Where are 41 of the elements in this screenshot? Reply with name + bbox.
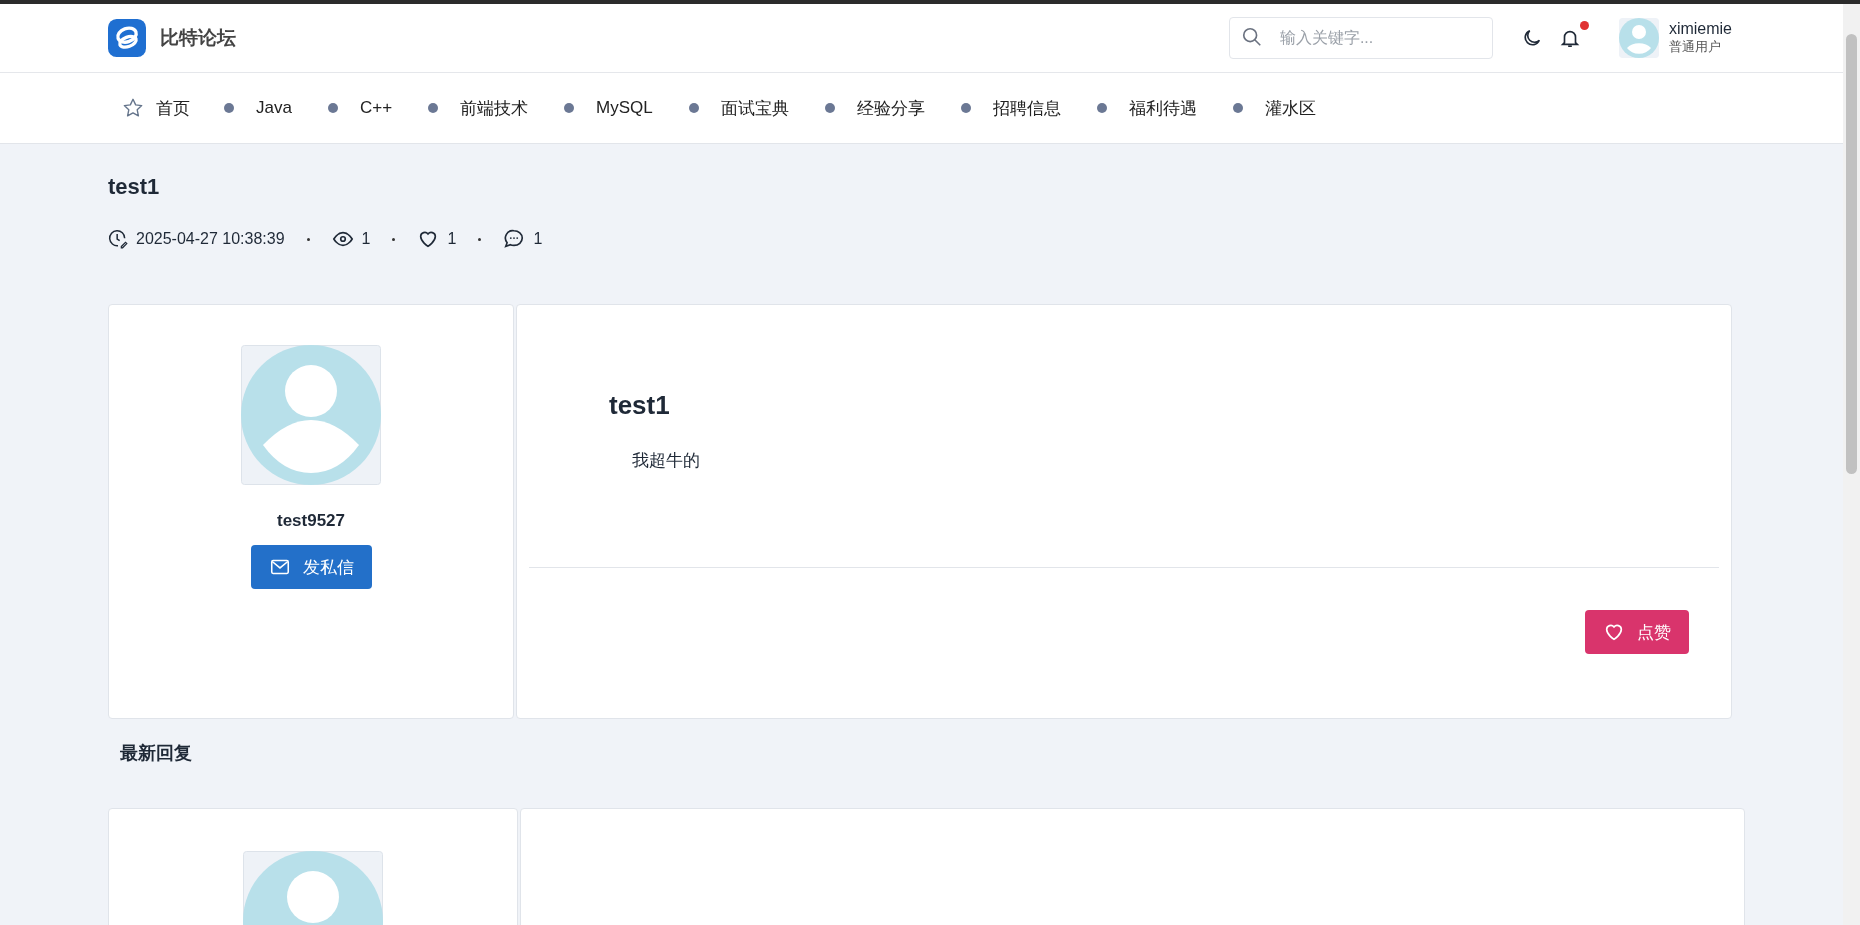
nav-link[interactable]: 福利待遇 <box>1096 96 1197 120</box>
author-name[interactable]: test9527 <box>276 511 346 531</box>
bullet-icon <box>824 103 835 113</box>
view-count: 1 <box>361 230 371 248</box>
nav-link[interactable]: Java <box>224 98 292 118</box>
message-button[interactable]: 发私信 <box>250 545 372 589</box>
bullet-icon <box>428 103 439 113</box>
star-icon <box>122 97 144 119</box>
nav-link[interactable]: MySQL <box>564 98 653 118</box>
user-name[interactable]: ximiemie <box>1668 20 1732 38</box>
avatar-icon <box>241 345 381 485</box>
post-time: 2025-04-27 10:38:39 <box>136 230 285 248</box>
like-button[interactable]: 点赞 <box>1585 610 1689 654</box>
comment-count: 1 <box>533 230 543 248</box>
nav-link[interactable]: 灌水区 <box>1232 96 1316 120</box>
nav-link[interactable]: 面试宝典 <box>688 96 789 120</box>
like-count: 1 <box>447 230 457 248</box>
scrollbar[interactable] <box>1843 4 1860 925</box>
bullet-icon <box>327 103 338 113</box>
nav-link[interactable]: 前端技术 <box>428 96 529 120</box>
nav-link[interactable]: C++ <box>327 98 393 118</box>
bullet-icon <box>224 103 234 113</box>
bullet-icon <box>960 103 971 113</box>
search-icon <box>1240 26 1263 48</box>
logo-icon[interactable] <box>108 19 146 57</box>
search-field[interactable]: 输入关键字... <box>1228 17 1493 59</box>
site-name[interactable]: 比特论坛 <box>160 25 236 51</box>
nav-link[interactable]: 经验分享 <box>824 96 925 120</box>
clock-icon <box>108 229 128 249</box>
post-body: 我超牛的 <box>632 450 701 472</box>
nav-link[interactable]: 首页 <box>122 96 190 120</box>
nav-link[interactable]: 招聘信息 <box>960 96 1061 120</box>
content-title: test1 <box>609 390 671 421</box>
bullet-icon <box>564 103 575 113</box>
replies-heading: 最新回复 <box>120 742 193 765</box>
comment-icon <box>503 228 526 250</box>
bullet-icon <box>1096 103 1107 113</box>
user-role: 普通用户 <box>1668 38 1722 56</box>
bullet-icon <box>1232 103 1243 113</box>
post-title: test1 <box>108 174 161 201</box>
bullet-icon <box>688 103 699 113</box>
